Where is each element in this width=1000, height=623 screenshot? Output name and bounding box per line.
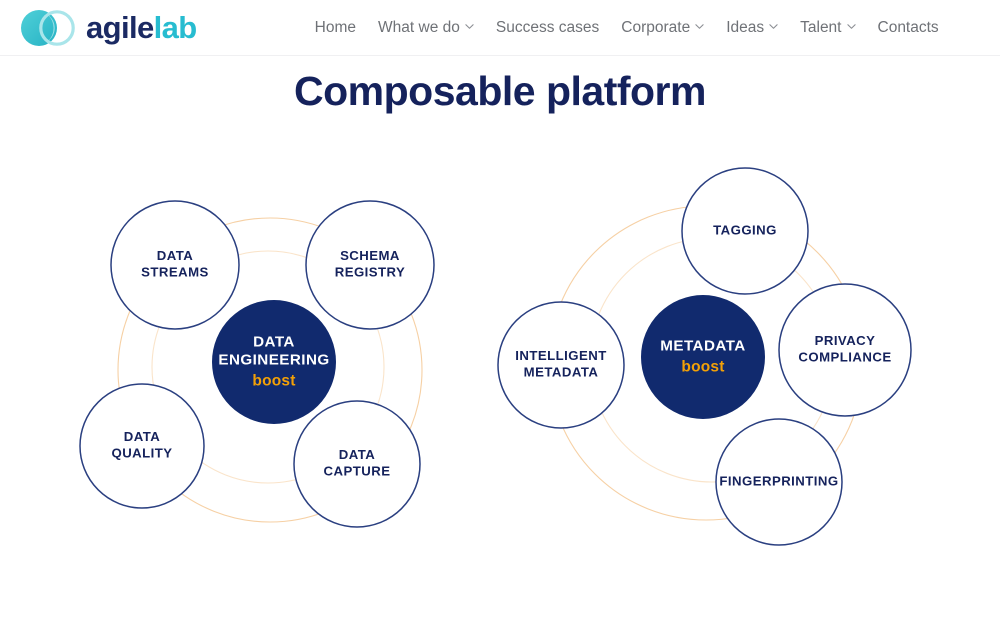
node-label: DATA <box>157 248 193 263</box>
chevron-down-icon <box>465 22 474 31</box>
chevron-down-icon <box>769 22 778 31</box>
hub-metadata[interactable]: METADATA boost <box>641 295 765 419</box>
node-fingerprinting[interactable]: FINGERPRINTING <box>715 418 843 546</box>
node-label: METADATA <box>524 365 599 380</box>
chevron-down-icon <box>695 22 704 31</box>
main-navigation: Home What we do Success cases Corporate … <box>304 13 950 43</box>
nav-item-talent[interactable]: Talent <box>789 13 866 43</box>
node-label: FINGERPRINTING <box>719 473 838 488</box>
node-label: REGISTRY <box>335 265 406 280</box>
two-overlapping-circles-icon <box>14 5 80 51</box>
logo-word-agile: agile <box>86 10 154 45</box>
hub-label: ENGINEERING <box>218 352 329 369</box>
node-label: PRIVACY <box>815 333 876 348</box>
node-privacy-compliance[interactable]: PRIVACY COMPLIANCE <box>778 283 912 417</box>
node-data-capture[interactable]: DATA CAPTURE <box>293 400 421 528</box>
hub-data-engineering[interactable]: DATAENGINEERING boost <box>212 300 336 424</box>
hub-label: METADATA <box>660 338 745 355</box>
diagram-canvas: DATASTREAMSSCHEMAREGISTRYDATAQUALITY DATA… <box>79 167 912 546</box>
logo-wordmark: agilelab <box>86 12 197 43</box>
nav-item-success-cases[interactable]: Success cases <box>485 13 610 43</box>
nav-label: Corporate <box>621 18 691 36</box>
diagram-metadata: TAGGING INTELLIGENT METADATA PRIVACY COMPLIA… <box>497 167 912 546</box>
nav-item-contacts[interactable]: Contacts <box>867 13 950 43</box>
node-data-quality[interactable]: DATA QUALITY <box>79 383 205 509</box>
logo-link[interactable]: agilelab <box>14 5 197 51</box>
composable-platform-diagrams: DATA STREAMS SCHEMA REGISTRY DATA QUALITY DATA… <box>0 124 1000 594</box>
node-intelligent-metadata[interactable]: INTELLIGENT METADATA <box>497 301 625 429</box>
nav-label: Talent <box>800 18 842 36</box>
nav-item-corporate[interactable]: Corporate <box>610 13 715 43</box>
logo-word-lab: lab <box>153 10 198 45</box>
node-label: CAPTURE <box>324 464 391 479</box>
node-label: QUALITY <box>111 446 172 461</box>
diagram-data-engineering: DATASTREAMSSCHEMAREGISTRYDATAQUALITY DATA… <box>79 200 435 528</box>
node-schema-registry[interactable]: SCHEMA REGISTRY <box>305 200 435 330</box>
nav-label: Contacts <box>877 18 939 36</box>
node-label: SCHEMA <box>340 248 400 263</box>
hub-boost-label: boost <box>681 359 724 376</box>
page-title: Composable platform <box>294 68 706 114</box>
nav-item-ideas[interactable]: Ideas <box>715 13 789 43</box>
node-label: TAGGING <box>713 222 777 237</box>
hub-label: DATA <box>253 334 295 351</box>
hub-boost-label: boost <box>252 373 295 390</box>
node-label: INTELLIGENT <box>515 348 606 363</box>
node-label: COMPLIANCE <box>798 350 891 365</box>
chevron-down-icon <box>846 22 856 31</box>
nav-label: Home <box>314 18 357 36</box>
node-label: STREAMS <box>141 265 209 280</box>
nav-label: What we do <box>378 18 460 36</box>
site-header: agilelab Home What we do Success cases C… <box>0 0 1000 56</box>
node-label: DATA <box>339 447 375 462</box>
nav-item-what-we-do[interactable]: What we do <box>367 13 485 43</box>
nav-label: Success cases <box>495 18 600 36</box>
node-tagging[interactable]: TAGGING <box>681 167 809 295</box>
hub-circle <box>641 295 765 419</box>
node-label: DATA <box>124 429 160 444</box>
node-data-streams[interactable]: DATA STREAMS <box>110 200 240 330</box>
nav-label: Ideas <box>726 18 765 36</box>
nav-item-home[interactable]: Home <box>304 13 367 43</box>
